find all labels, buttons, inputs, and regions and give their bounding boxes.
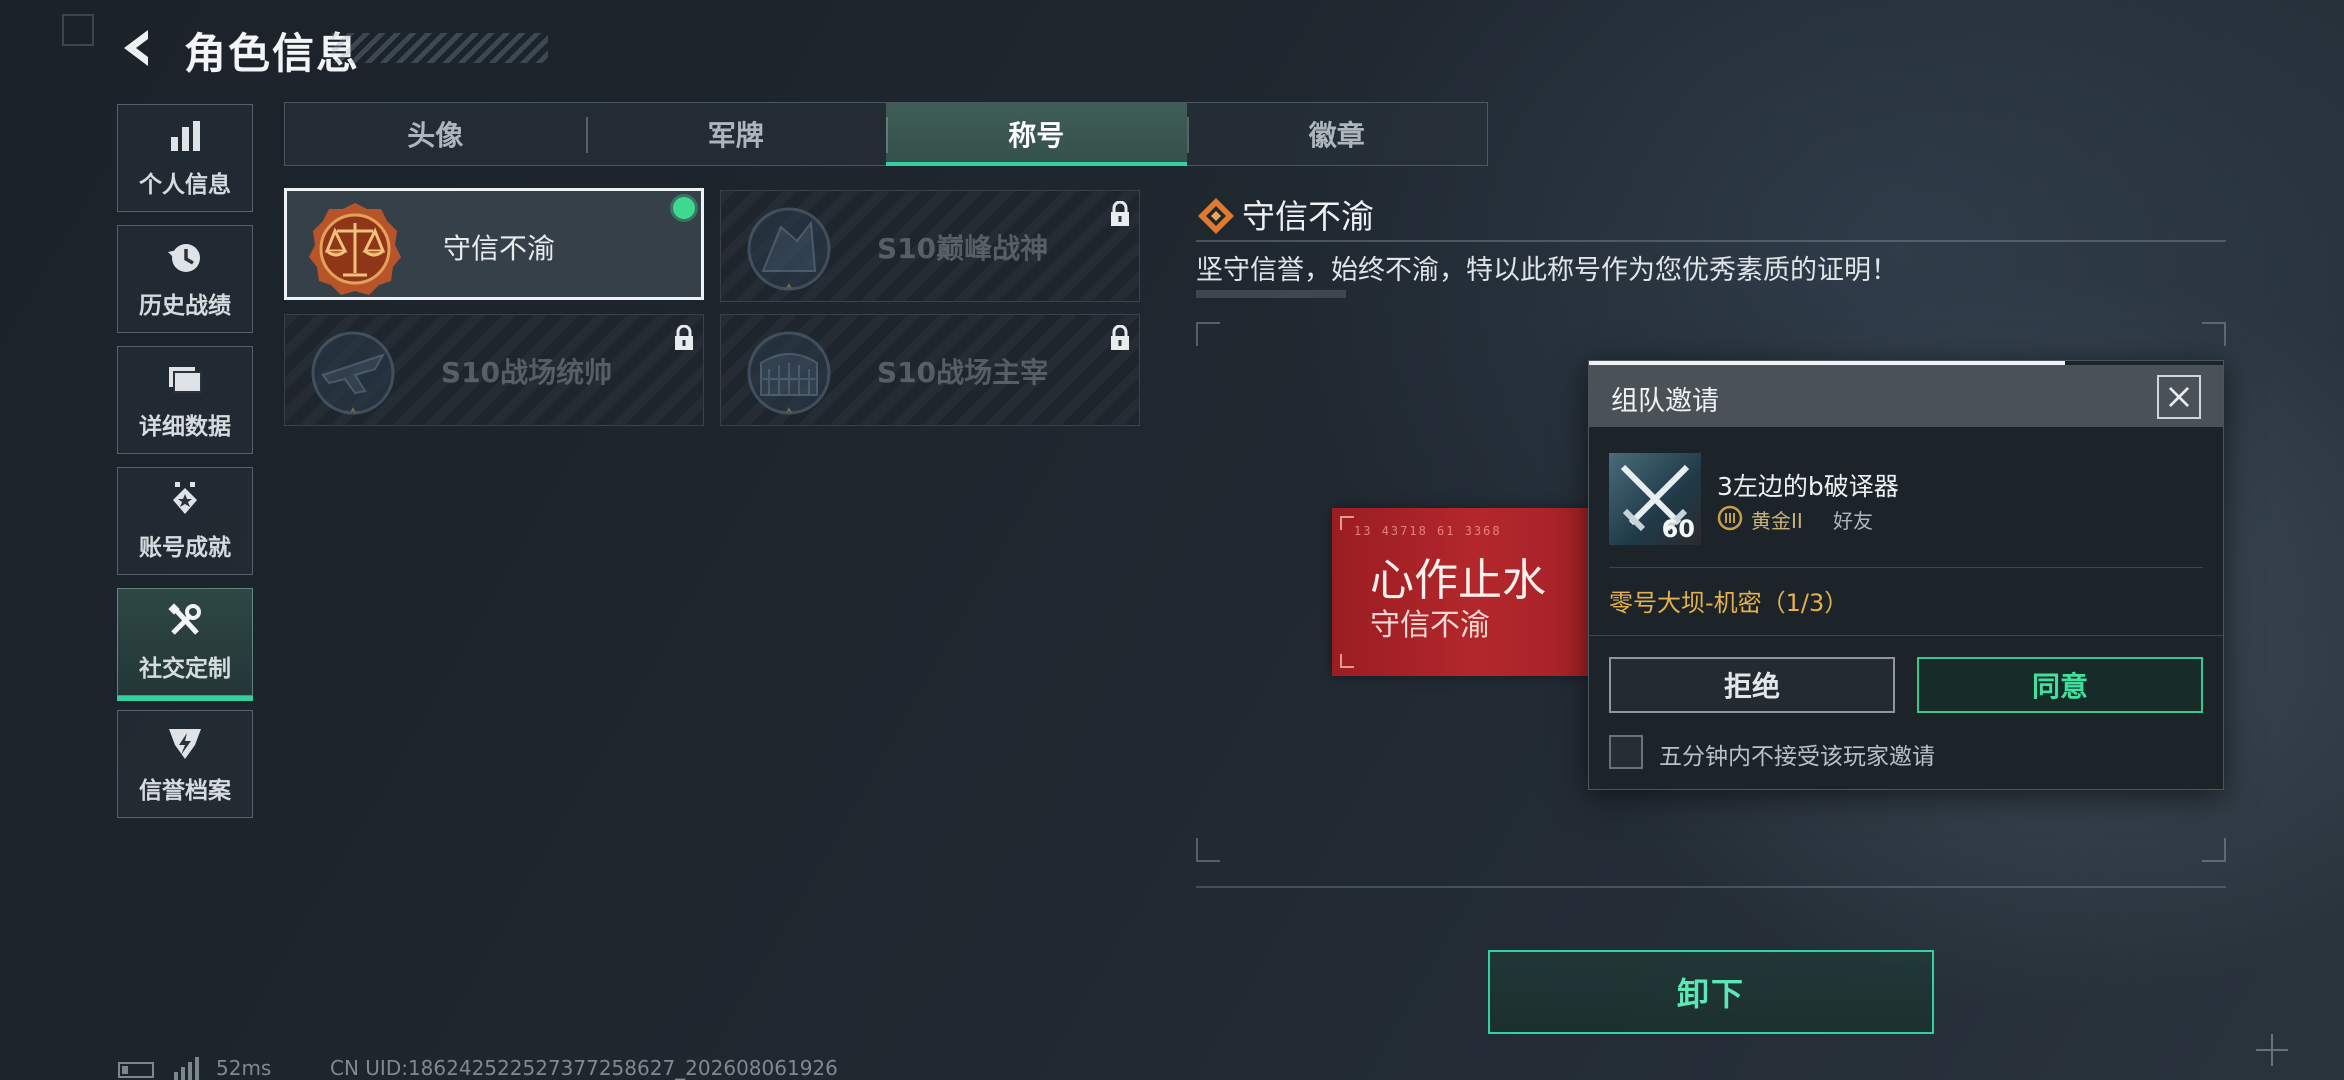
sidebar-item-detailed-data[interactable]: 详细数据 — [117, 346, 253, 454]
tab-badge[interactable]: 徽章 — [1186, 103, 1488, 165]
title-card-s10-commander[interactable]: S10战场统帅 — [284, 314, 704, 426]
aircraft-medal-icon — [311, 331, 395, 415]
battery-icon — [118, 1062, 154, 1078]
sidebar-item-label: 账号成就 — [139, 535, 231, 561]
unequip-button[interactable]: 卸下 — [1488, 950, 1934, 1034]
history-icon — [168, 244, 200, 272]
title-card-label: 守信不渝 — [443, 232, 556, 265]
sidebar-item-achievements[interactable]: 账号成就 — [117, 467, 253, 575]
close-icon[interactable] — [2157, 375, 2201, 419]
sidebar-item-label: 历史战绩 — [139, 293, 231, 319]
sidebar-item-label: 信誉档案 — [139, 778, 231, 804]
reputation-icon — [169, 729, 201, 759]
signal-icon — [174, 1057, 199, 1080]
crosshair-icon — [2256, 1034, 2288, 1066]
sidebar-item-label: 社交定制 — [139, 656, 231, 682]
title-card-label: S10战场统帅 — [441, 356, 613, 389]
detail-description: 坚守信誉，始终不渝，特以此称号作为您优秀素质的证明！ — [1196, 255, 1898, 286]
divider — [1196, 240, 2226, 242]
player-rank: 黄金II — [1751, 509, 1803, 533]
divider — [1589, 635, 2223, 636]
dialog-title: 组队邀请 — [1611, 386, 1719, 417]
accept-button[interactable]: 同意 — [1917, 657, 2203, 713]
tab-avatar[interactable]: 头像 — [285, 103, 586, 165]
title-card-shouxinbuyu[interactable]: 守信不渝 — [284, 188, 704, 300]
ping-readout: 52ms — [216, 1056, 272, 1080]
equipped-indicator — [673, 197, 695, 219]
divider — [1609, 567, 2203, 568]
detail-title: 守信不渝 — [1242, 197, 1374, 236]
player-level: 60 — [1661, 515, 1695, 543]
diamond-title-icon — [1198, 198, 1234, 234]
avatar: 60 — [1609, 453, 1701, 545]
title-card-s10-peak[interactable]: S10巅峰战神 — [720, 190, 1140, 302]
sidebar-item-reputation[interactable]: 信誉档案 — [117, 710, 253, 818]
banner-decoration-code: 13 43718 61 3368 — [1354, 524, 1502, 538]
team-invite-dialog: 组队邀请 60 3左边的b破译器 黄金II 好友 零号大坝-机密（1/3） 拒绝… — [1588, 360, 2224, 790]
banner-sub-text: 守信不渝 — [1370, 608, 1490, 643]
user-uid: CN UID:186242522527377258627_20260806192… — [330, 1056, 838, 1080]
banner-main-text: 心作止水 — [1370, 555, 1546, 606]
tools-icon — [168, 603, 201, 635]
title-card-s10-dominator[interactable]: S10战场主宰 — [720, 314, 1140, 426]
sidebar-item-label: 个人信息 — [139, 172, 231, 198]
title-decoration — [332, 33, 548, 63]
sidebar-item-label: 详细数据 — [139, 414, 231, 440]
folder-icon — [169, 367, 202, 393]
lock-icon — [675, 325, 693, 350]
colosseum-medal-icon — [747, 331, 831, 415]
detail-subtext-blur — [1196, 290, 1346, 298]
peak-medal-icon — [747, 207, 831, 291]
player-name: 3左边的b破译器 — [1717, 472, 1899, 501]
sidebar-item-personal-info[interactable]: 个人信息 — [117, 104, 253, 212]
lock-icon — [1111, 201, 1129, 226]
bar-chart-icon — [171, 121, 200, 151]
title-card-label: S10战场主宰 — [877, 356, 1049, 389]
dialog-header: 组队邀请 — [1589, 365, 2223, 427]
title-card-label: S10巅峰战神 — [877, 232, 1049, 265]
lock-icon — [1111, 325, 1129, 350]
invite-timer-bar — [1589, 361, 2065, 365]
sidebar-item-social-customization[interactable]: 社交定制 — [117, 588, 253, 701]
title-preview-banner: 13 43718 61 3368 心作止水 守信不渝 — [1332, 508, 1594, 676]
corner-mark — [62, 14, 94, 46]
player-relation: 好友 — [1833, 509, 1873, 533]
category-tabs: 头像 军牌 称号 徽章 — [284, 102, 1488, 166]
sidebar-item-history[interactable]: 历史战绩 — [117, 225, 253, 333]
reject-button[interactable]: 拒绝 — [1609, 657, 1895, 713]
tab-title[interactable]: 称号 — [886, 103, 1187, 166]
tab-dog-tag[interactable]: 军牌 — [585, 103, 887, 165]
scales-medal-icon — [309, 203, 401, 295]
mute-invite-checkbox[interactable] — [1609, 735, 1643, 769]
back-arrow-icon[interactable] — [116, 26, 160, 70]
gold-rank-icon — [1717, 505, 1743, 531]
divider — [1196, 886, 2226, 888]
mute-invite-label: 五分钟内不接受该玩家邀请 — [1659, 744, 1935, 770]
invite-game-mode: 零号大坝-机密（1/3） — [1609, 589, 1849, 617]
achievement-icon — [173, 482, 197, 514]
